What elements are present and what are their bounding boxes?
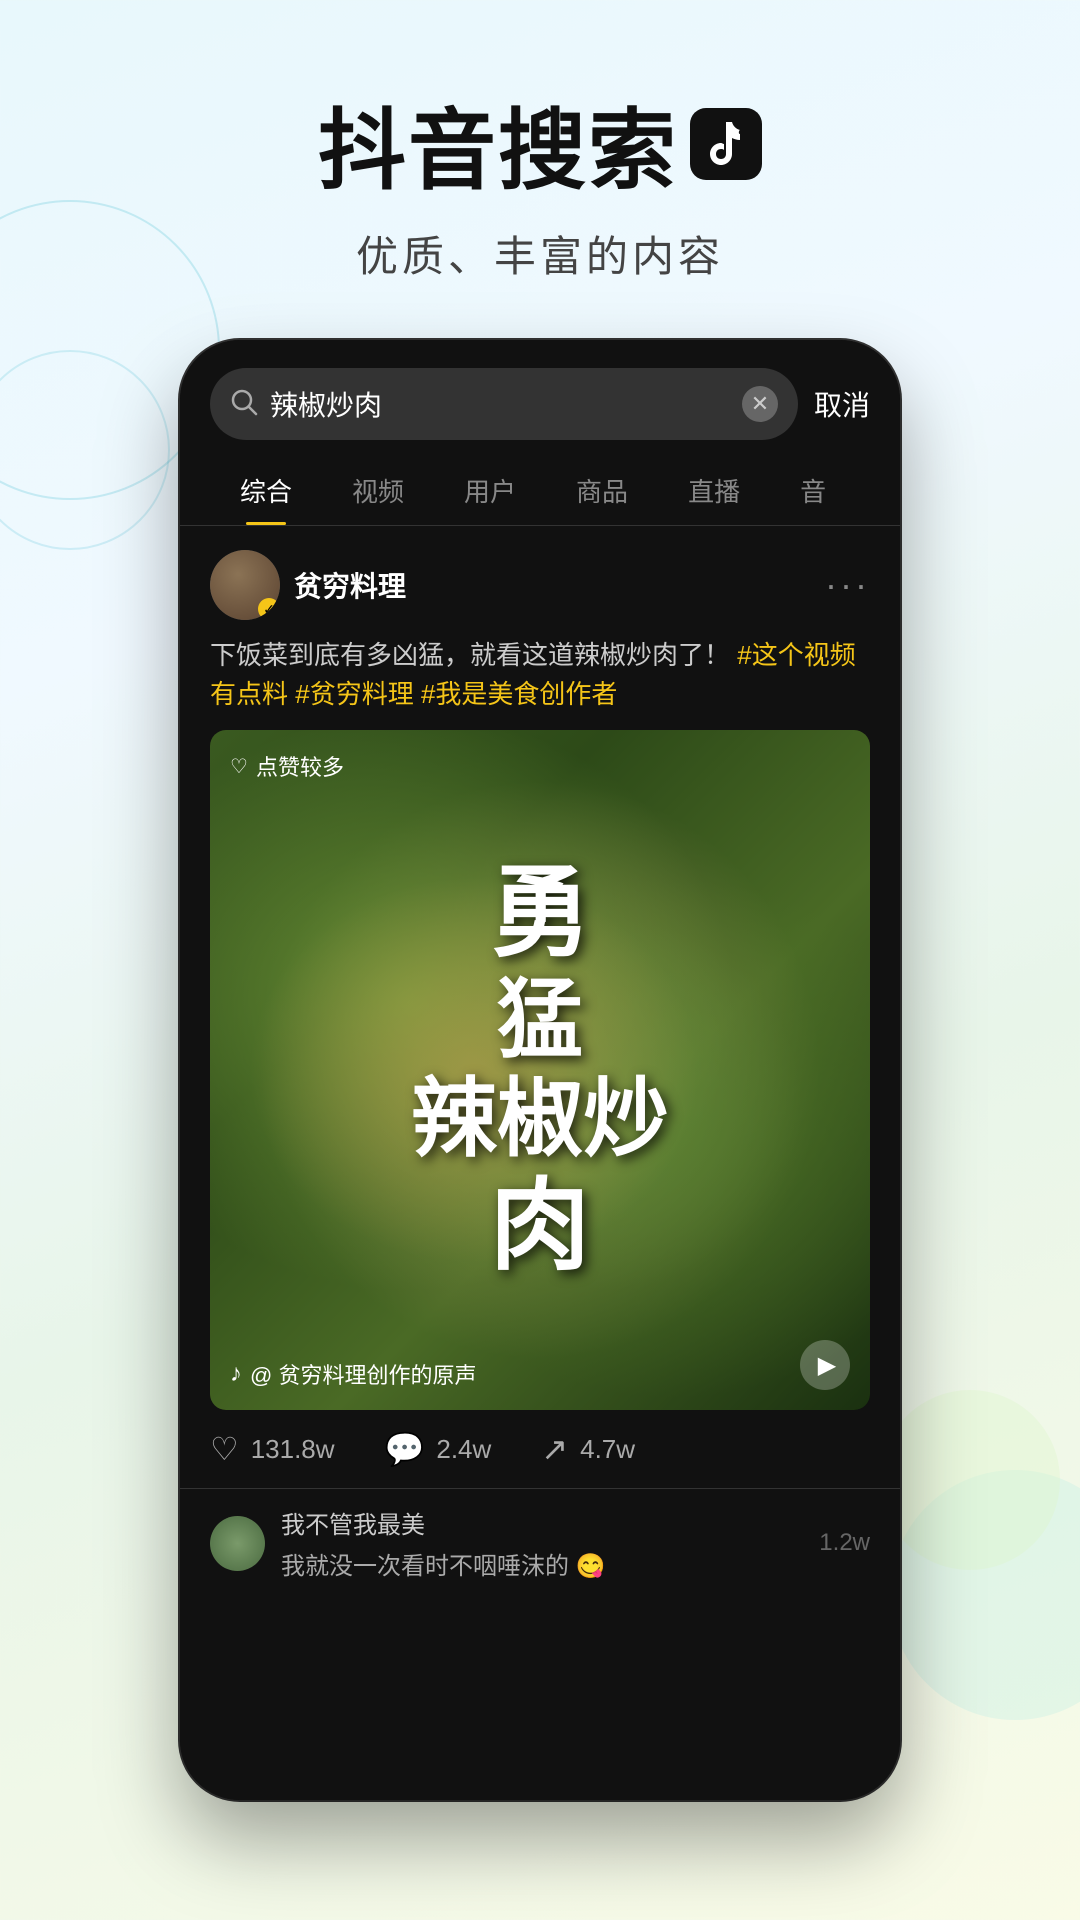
tab-视频[interactable]: 视频 [322, 456, 434, 525]
post-text-main: 下饭菜到底有多凶猛，就看这道辣椒炒肉了！ [210, 640, 730, 670]
username: 贫穷料理 [294, 565, 406, 605]
shares-count[interactable]: ↗ 4.7w [541, 1430, 635, 1468]
bg-blob2 [880, 1390, 1060, 1570]
search-input-container[interactable]: 辣椒炒肉 ✕ [210, 368, 798, 440]
commenter-name: 我不管我最美 [281, 1505, 803, 1540]
heart-icon: ♡ [230, 754, 248, 779]
comment-text: 我就没一次看时不咽唾沫的 😋 [281, 1546, 803, 1581]
comment-count: 1.2w [819, 1529, 870, 1557]
engagement-bar: ♡ 131.8w 💬 2.4w ↗ 4.7w [210, 1410, 870, 1488]
hashtag-2[interactable]: #贫穷料理 [295, 679, 413, 709]
like-badge-text: 点赞较多 [256, 750, 344, 782]
tiktok-icon: ♪ [230, 1360, 242, 1388]
content-area: ✓ 贫穷料理 ··· 下饭菜到底有多凶猛，就看这道辣椒炒肉了！ #这个视频有点料… [180, 526, 900, 1800]
search-icon [230, 388, 258, 421]
play-button[interactable]: ▶ [800, 1340, 850, 1390]
audio-text: @ 贫穷料理创作的原声 [250, 1358, 476, 1390]
verified-badge: ✓ [258, 598, 280, 620]
app-title: 抖音搜索 [318, 80, 678, 207]
tab-音[interactable]: 音 [770, 456, 856, 525]
tab-商品[interactable]: 商品 [546, 456, 658, 525]
like-badge: ♡ 点赞较多 [230, 750, 344, 782]
close-icon: ✕ [751, 391, 769, 417]
comment-preview: 我不管我最美 我就没一次看时不咽唾沫的 😋 1.2w [180, 1488, 900, 1597]
hashtag-3[interactable]: #我是美食创作者 [421, 679, 617, 709]
video-title-overlay: 勇 猛 辣椒炒 肉 [411, 856, 669, 1284]
phone-frame: 辣椒炒肉 ✕ 取消 综合 视频 用户 商品 [180, 340, 900, 1800]
tab-用户[interactable]: 用户 [434, 456, 546, 525]
search-bar: 辣椒炒肉 ✕ 取消 [180, 340, 900, 456]
heart-icon: ♡ [210, 1430, 239, 1468]
comments-value: 2.4w [436, 1434, 491, 1465]
tiktok-logo-icon [690, 108, 762, 180]
shares-value: 4.7w [580, 1434, 635, 1465]
more-options-icon[interactable]: ··· [825, 564, 870, 606]
comments-count[interactable]: 💬 2.4w [385, 1430, 492, 1468]
likes-value: 131.8w [251, 1434, 335, 1465]
avatar: ✓ [210, 550, 280, 620]
likes-count[interactable]: ♡ 131.8w [210, 1430, 335, 1468]
commenter-avatar [210, 1516, 265, 1571]
play-icon: ▶ [818, 1351, 836, 1380]
search-cancel-button[interactable]: 取消 [814, 384, 870, 424]
audio-bar: ♪ @ 贫穷料理创作的原声 [230, 1358, 476, 1390]
post-description: 下饭菜到底有多凶猛，就看这道辣椒炒肉了！ #这个视频有点料 #贫穷料理 #我是美… [210, 636, 870, 714]
search-clear-button[interactable]: ✕ [742, 386, 778, 422]
video-thumbnail[interactable]: ♡ 点赞较多 勇 猛 辣椒炒 肉 [210, 730, 870, 1410]
tab-综合[interactable]: 综合 [210, 456, 322, 525]
search-tabs: 综合 视频 用户 商品 直播 音 [180, 456, 900, 526]
share-icon: ↗ [541, 1430, 568, 1468]
comment-icon: 💬 [385, 1430, 425, 1468]
tab-直播[interactable]: 直播 [658, 456, 770, 525]
phone-mockup: 辣椒炒肉 ✕ 取消 综合 视频 用户 商品 [180, 340, 900, 1800]
post-user[interactable]: ✓ 贫穷料理 [210, 550, 406, 620]
post-card: ✓ 贫穷料理 ··· 下饭菜到底有多凶猛，就看这道辣椒炒肉了！ #这个视频有点料… [180, 526, 900, 1488]
comment-content: 我不管我最美 我就没一次看时不咽唾沫的 😋 [281, 1505, 803, 1581]
phone-screen: 辣椒炒肉 ✕ 取消 综合 视频 用户 商品 [180, 340, 900, 1800]
post-header: ✓ 贫穷料理 ··· [210, 550, 870, 620]
search-query: 辣椒炒肉 [270, 384, 730, 424]
